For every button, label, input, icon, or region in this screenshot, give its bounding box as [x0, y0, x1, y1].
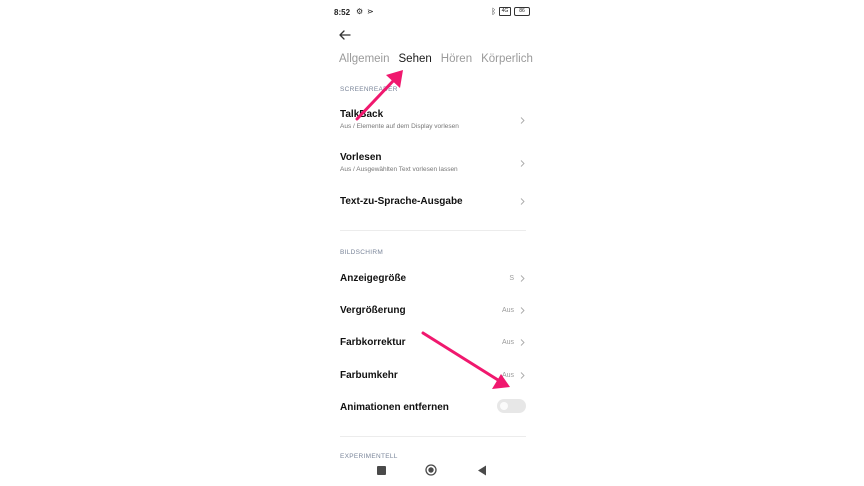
- chevron-right-icon: [520, 198, 525, 205]
- tab-allgemein[interactable]: Allgemein: [339, 53, 390, 71]
- category-tabs: Allgemein Sehen Hören Körperlich: [339, 53, 537, 71]
- setting-title: Farbkorrektur: [340, 337, 406, 348]
- status-time: 8:52: [334, 8, 351, 17]
- chevron-right-icon: [520, 339, 525, 346]
- arrow-left-icon[interactable]: [338, 28, 352, 42]
- chevron-right-icon: [520, 160, 525, 167]
- setting-farbumkehr[interactable]: Farbumkehr Aus: [340, 370, 526, 381]
- bluetooth-icon: ᛒ: [491, 7, 496, 16]
- setting-value: S: [509, 275, 514, 282]
- chevron-right-icon: [520, 275, 525, 282]
- setting-title: Vergrößerung: [340, 305, 406, 316]
- back-triangle-icon[interactable]: [477, 465, 487, 476]
- setting-title: Text-zu-Sprache-Ausgabe: [340, 196, 463, 207]
- setting-vorlesen[interactable]: Vorlesen Aus / Ausgewählten Text vorlese…: [340, 152, 526, 173]
- section-divider: [340, 230, 526, 231]
- home-icon[interactable]: [425, 464, 437, 476]
- navigation-bar: [327, 458, 537, 486]
- section-label-bildschirm: BILDSCHIRM: [340, 249, 384, 256]
- setting-subtitle: Aus / Ausgewählten Text vorlesen lassen: [340, 166, 458, 173]
- chevron-right-icon: [520, 307, 525, 314]
- animationen-toggle[interactable]: [497, 399, 526, 413]
- tab-hoeren[interactable]: Hören: [441, 53, 472, 71]
- setting-animationen-entfernen: Animationen entfernen: [340, 399, 526, 413]
- setting-title: Farbumkehr: [340, 370, 398, 381]
- recent-apps-icon[interactable]: [377, 466, 386, 475]
- setting-title: TalkBack: [340, 109, 384, 120]
- gear-icon: ⚙: [356, 7, 364, 16]
- tab-koerperlich[interactable]: Körperlich: [481, 53, 533, 71]
- sim-icon: 4G: [499, 7, 511, 16]
- setting-vergroesserung[interactable]: Vergrößerung Aus: [340, 305, 526, 316]
- sim-label: 4G: [501, 8, 509, 14]
- battery-icon: 86: [514, 7, 530, 16]
- setting-title: Vorlesen: [340, 152, 382, 163]
- section-divider: [340, 436, 526, 437]
- toggle-knob: [500, 402, 508, 410]
- battery-level: 86: [519, 8, 525, 14]
- setting-value: Aus: [501, 372, 514, 379]
- setting-value: Aus: [501, 339, 514, 346]
- setting-value: Aus: [501, 307, 514, 314]
- section-label-screenreader: SCREENREADER: [340, 86, 398, 93]
- status-bar: 8:52 ⚙ ⋗ ᛒ 4G 86: [334, 6, 530, 20]
- status-icons: ᛒ 4G 86: [491, 7, 530, 16]
- chevron-right-icon: [520, 372, 525, 379]
- setting-talkback[interactable]: TalkBack Aus / Elemente auf dem Display …: [340, 109, 526, 130]
- setting-anzeigegroesse[interactable]: Anzeigegröße S: [340, 273, 526, 284]
- setting-subtitle: Aus / Elemente auf dem Display vorlesen: [340, 123, 459, 130]
- chevron-right-icon: [520, 117, 525, 124]
- setting-title: Anzeigegröße: [340, 273, 407, 284]
- setting-farbkorrektur[interactable]: Farbkorrektur Aus: [340, 337, 526, 348]
- phone-screen: 8:52 ⚙ ⋗ ᛒ 4G 86 Allgemein Sehen Hören K…: [327, 0, 537, 486]
- setting-text-to-speech[interactable]: Text-zu-Sprache-Ausgabe: [340, 196, 526, 207]
- cast-icon: ⋗: [367, 7, 374, 16]
- tab-sehen[interactable]: Sehen: [399, 53, 432, 71]
